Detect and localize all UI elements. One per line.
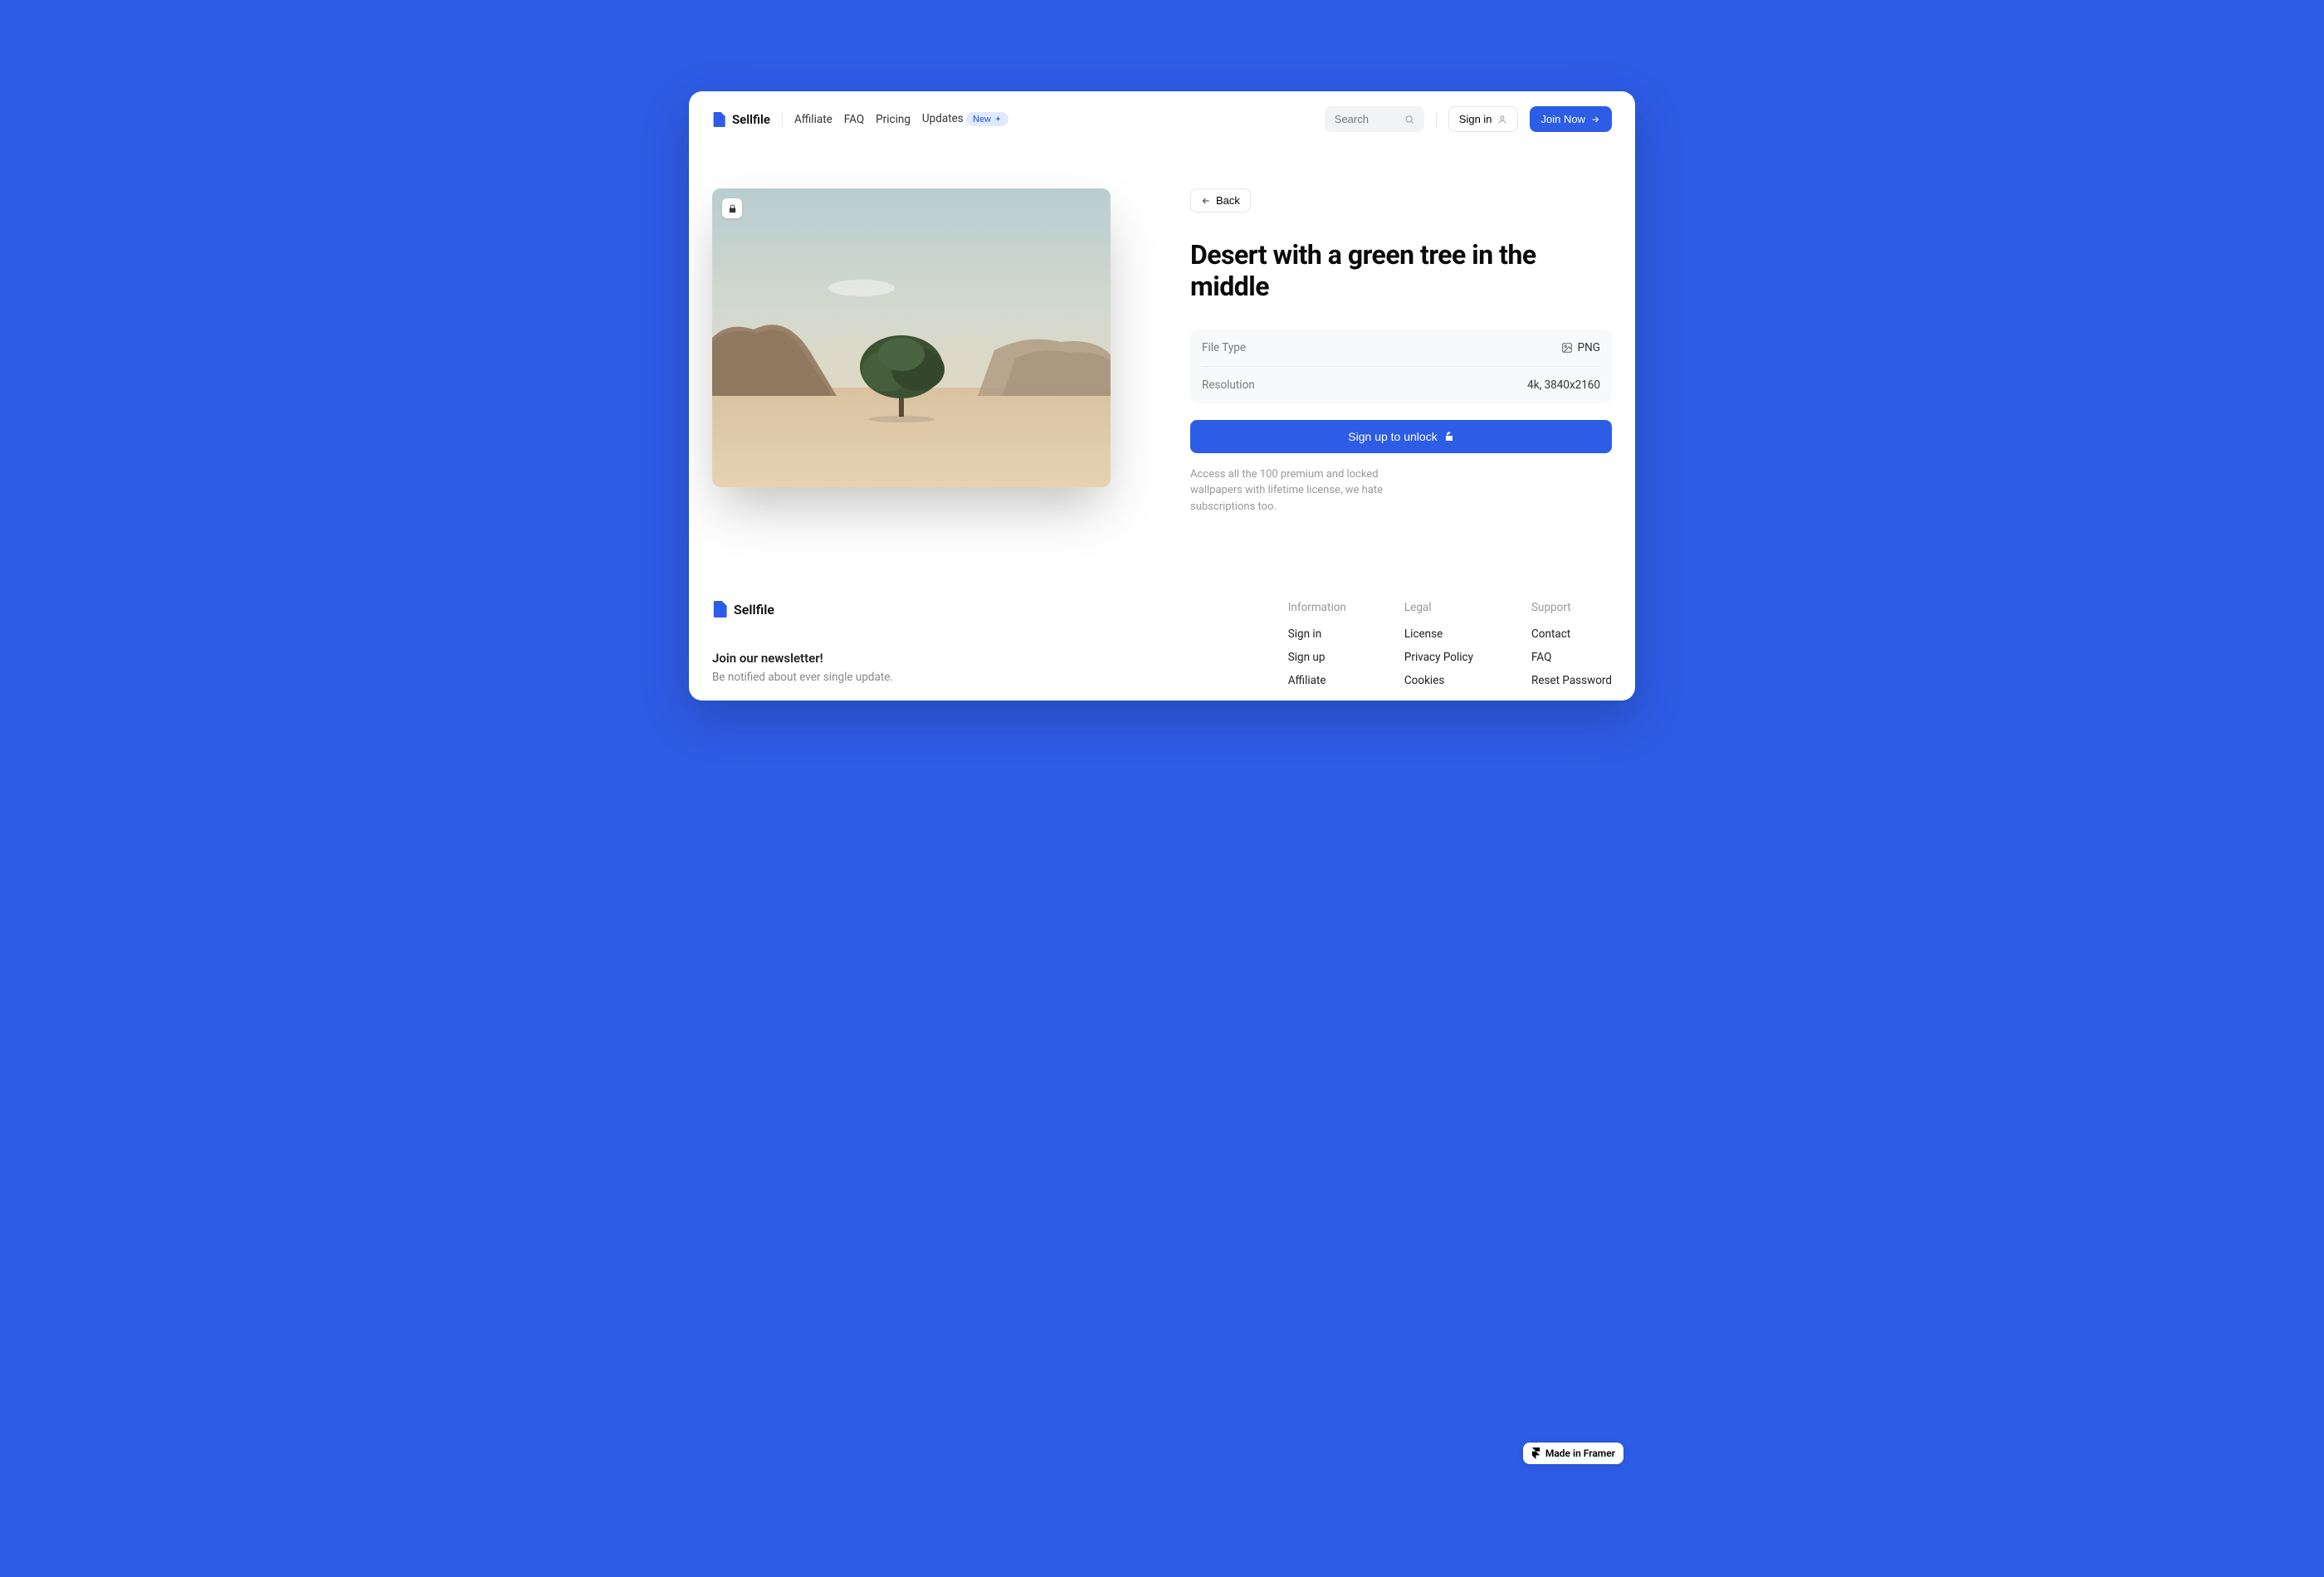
- footer-link[interactable]: License: [1404, 627, 1473, 641]
- footer: Sellfile Join our newsletter! Be notifie…: [689, 581, 1635, 701]
- sparkle-icon: [994, 115, 1002, 123]
- meta-box: File Type PNG Resolution 4k, 3840x2160: [1190, 330, 1612, 403]
- framer-icon: [1531, 1448, 1540, 1459]
- nav-link-faq[interactable]: FAQ: [844, 113, 864, 126]
- divider: [1436, 112, 1437, 127]
- footer-col-support: Support Contact FAQ Reset Password: [1531, 601, 1612, 697]
- meta-label: File Type: [1202, 341, 1246, 354]
- product-title: Desert with a green tree in the middle: [1190, 239, 1612, 303]
- header: Sellfile Affiliate FAQ Pricing Updates N…: [689, 91, 1635, 147]
- lock-icon: [728, 204, 737, 213]
- nav-link-affiliate[interactable]: Affiliate: [794, 113, 832, 126]
- footer-columns: Information Sign in Sign up Affiliate Le…: [1288, 601, 1612, 697]
- lock-badge: [722, 198, 742, 218]
- newsletter-sub: Be notified about ever single update.: [712, 671, 1238, 684]
- file-icon: [712, 112, 725, 127]
- meta-value: 4k, 3840x2160: [1527, 378, 1600, 392]
- logo[interactable]: Sellfile: [712, 112, 770, 127]
- brand-name: Sellfile: [732, 112, 770, 127]
- framer-label: Made in Framer: [1545, 1448, 1615, 1459]
- unlock-button[interactable]: Sign up to unlock: [1190, 420, 1612, 453]
- footer-link[interactable]: Affiliate: [1288, 674, 1346, 687]
- unlock-label: Sign up to unlock: [1348, 430, 1437, 443]
- footer-link[interactable]: Reset Password: [1531, 674, 1612, 687]
- arrow personally-right-icon: [1590, 115, 1600, 124]
- meta-row-resolution: Resolution 4k, 3840x2160: [1202, 366, 1600, 403]
- meta-label: Resolution: [1202, 378, 1255, 392]
- preview-wrap: [712, 188, 1111, 515]
- footer-link[interactable]: Sign in: [1288, 627, 1346, 641]
- join-now-button[interactable]: Join Now: [1530, 106, 1612, 132]
- product-image: [712, 188, 1111, 487]
- helper-text: Access all the 100 premium and locked wa…: [1190, 466, 1406, 515]
- main-nav: Affiliate FAQ Pricing Updates New: [794, 112, 1008, 126]
- footer-col-legal: Legal License Privacy Policy Cookies: [1404, 601, 1473, 697]
- unlock-icon: [1444, 432, 1454, 442]
- footer-col-title: Legal: [1404, 601, 1473, 614]
- newsletter-title: Join our newsletter!: [712, 651, 1238, 666]
- main-content: Back Desert with a green tree in the mid…: [689, 147, 1635, 581]
- footer-link[interactable]: Cookies: [1404, 674, 1473, 687]
- footer-col-title: Support: [1531, 601, 1612, 614]
- sign-in-label: Sign in: [1459, 113, 1492, 125]
- arrow-left-icon: [1201, 196, 1211, 206]
- footer-link[interactable]: Contact: [1531, 627, 1612, 641]
- sign-in-button[interactable]: Sign in: [1448, 106, 1518, 132]
- footer-col-title: Information: [1288, 601, 1346, 614]
- brand-name: Sellfile: [734, 602, 774, 618]
- nav-link-updates[interactable]: Updates New: [922, 112, 1008, 126]
- meta-row-filetype: File Type PNG: [1202, 330, 1600, 366]
- back-label: Back: [1216, 194, 1240, 207]
- back-button[interactable]: Back: [1190, 188, 1251, 212]
- nav-link-pricing[interactable]: Pricing: [876, 113, 911, 126]
- new-badge: New: [966, 112, 1008, 126]
- footer-left: Sellfile Join our newsletter! Be notifie…: [712, 601, 1238, 697]
- footer-logo[interactable]: Sellfile: [712, 601, 1238, 618]
- user-icon: [1497, 115, 1507, 124]
- search-icon: [1404, 114, 1414, 125]
- join-label: Join Now: [1541, 113, 1585, 125]
- framer-badge[interactable]: Made in Framer: [1523, 1443, 1623, 1464]
- footer-col-information: Information Sign in Sign up Affiliate: [1288, 601, 1346, 697]
- footer-link[interactable]: FAQ: [1531, 651, 1612, 664]
- divider: [782, 112, 783, 127]
- product-details: Back Desert with a green tree in the mid…: [1190, 188, 1612, 515]
- meta-value: PNG: [1561, 341, 1600, 354]
- footer-link[interactable]: Sign up: [1288, 651, 1346, 664]
- app-window: Sellfile Affiliate FAQ Pricing Updates N…: [689, 91, 1635, 701]
- file-icon: [712, 601, 727, 618]
- footer-link[interactable]: Privacy Policy: [1404, 651, 1473, 664]
- search-input[interactable]: [1335, 113, 1404, 125]
- image-icon: [1561, 342, 1573, 354]
- search-input-wrap[interactable]: [1325, 106, 1424, 132]
